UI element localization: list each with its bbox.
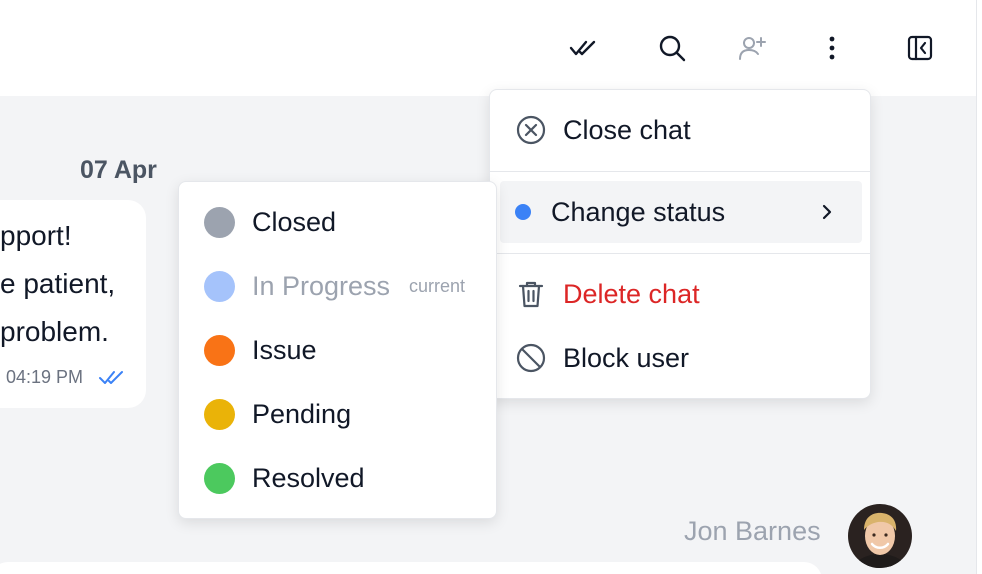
status-dot	[204, 334, 235, 366]
date-separator: 07 Apr	[80, 156, 157, 184]
status-dot	[204, 270, 235, 302]
status-label: Closed	[252, 206, 337, 237]
status-dot	[204, 206, 235, 238]
status-option-in-progress[interactable]: In Progress current	[179, 256, 496, 316]
status-label: Pending	[252, 398, 352, 429]
status-label: Resolved	[252, 462, 365, 493]
search-icon[interactable]	[652, 28, 692, 68]
change-status-menu-item[interactable]: Change status	[490, 181, 870, 243]
add-user-icon[interactable]	[732, 28, 772, 68]
status-dot	[204, 398, 235, 430]
delete-chat-label: Delete chat	[563, 278, 700, 309]
collapse-panel-icon[interactable]	[900, 28, 940, 68]
avatar	[848, 504, 912, 568]
block-user-label: Block user	[563, 342, 690, 373]
message-text-line: problem.	[0, 316, 109, 347]
message-bubble	[0, 562, 822, 574]
sender-name: Jon Barnes	[684, 516, 821, 546]
message-text-line: e patient,	[0, 268, 116, 299]
status-dot	[204, 462, 235, 494]
chevron-right-icon	[822, 204, 832, 220]
change-status-label: Change status	[551, 196, 726, 227]
status-option-closed[interactable]: Closed	[179, 192, 496, 252]
message-time: 04:19 PM	[6, 367, 84, 387]
block-user-menu-item[interactable]: Block user	[490, 327, 870, 389]
delete-chat-menu-item[interactable]: Delete chat	[490, 263, 870, 325]
trash-icon	[514, 277, 548, 311]
current-status-note: current	[409, 275, 466, 296]
current-status-dot	[515, 204, 531, 220]
status-option-issue[interactable]: Issue	[179, 320, 496, 380]
status-submenu: Closed In Progress current Issue Pending…	[178, 181, 497, 519]
status-label: Issue	[252, 334, 317, 365]
status-option-resolved[interactable]: Resolved	[179, 448, 496, 508]
block-icon	[514, 341, 548, 375]
read-receipt-icon	[99, 371, 123, 384]
close-circle-icon	[514, 113, 548, 147]
message-text-line: pport!	[0, 220, 72, 251]
status-option-pending[interactable]: Pending	[179, 384, 496, 444]
right-panel-edge	[976, 0, 982, 574]
menu-divider	[490, 171, 870, 172]
close-chat-label: Close chat	[563, 114, 691, 145]
chat-header	[0, 0, 976, 96]
menu-divider	[490, 253, 870, 254]
more-vertical-icon[interactable]	[812, 28, 852, 68]
close-chat-menu-item[interactable]: Close chat	[490, 99, 870, 161]
mark-read-icon[interactable]	[563, 28, 603, 68]
status-label: In Progress	[252, 270, 391, 301]
chat-actions-menu: Close chat Change status Delete chat Blo…	[489, 89, 871, 399]
